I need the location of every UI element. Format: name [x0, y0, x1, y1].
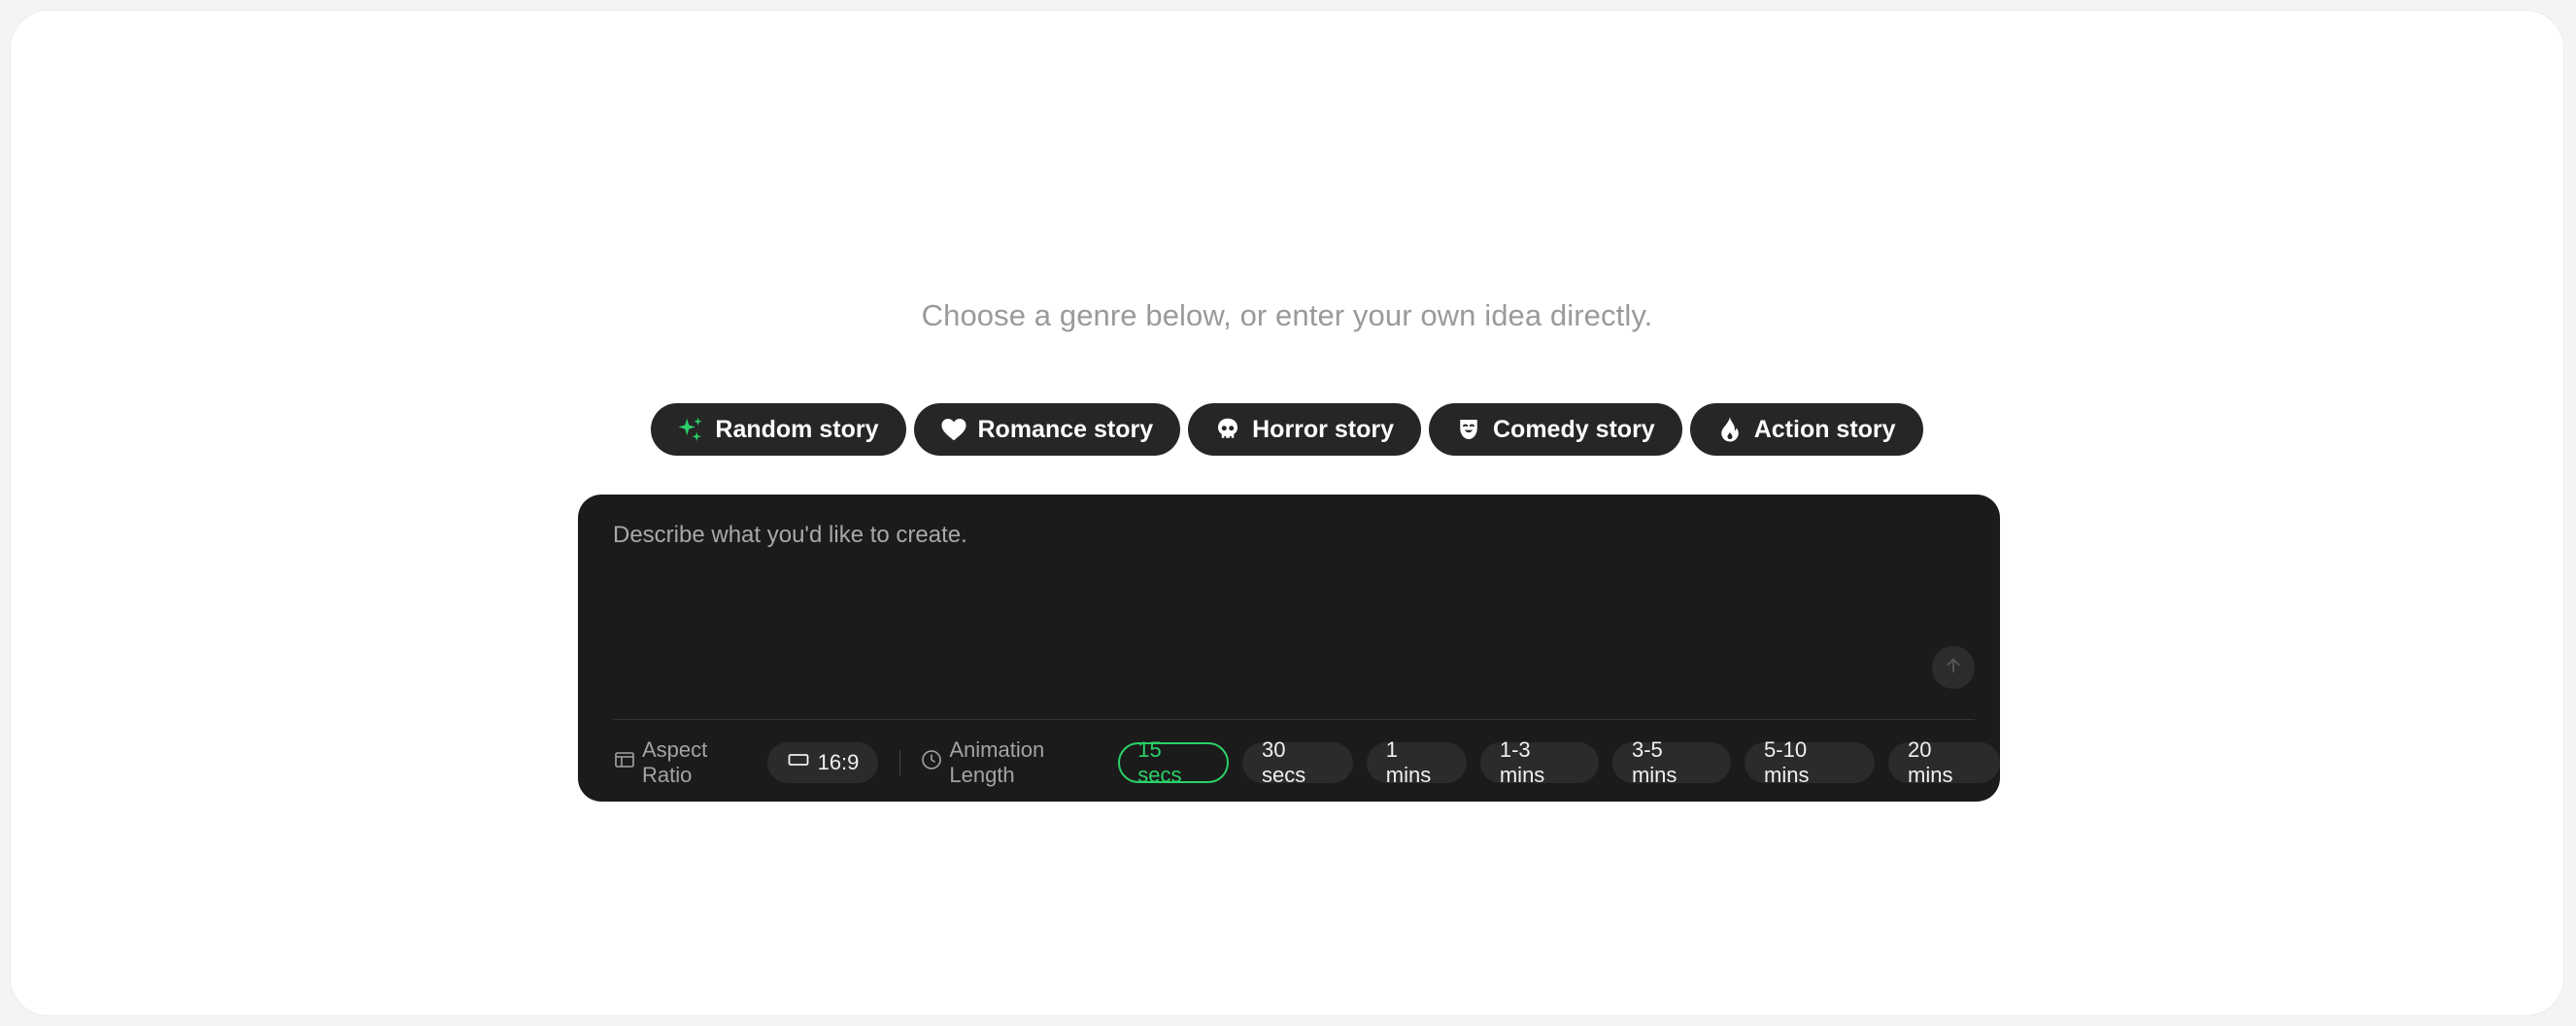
aspect-ratio-value: 16:9	[817, 750, 860, 774]
aspect-ratio-selector[interactable]: 16:9	[766, 742, 879, 783]
length-option-1-mins[interactable]: 1 mins	[1366, 737, 1467, 787]
aspect-ratio-label: Aspect Ratio	[613, 737, 760, 788]
horror-story-button[interactable]: Horror story	[1188, 403, 1421, 456]
layout-icon	[613, 748, 636, 777]
romance-story-button[interactable]: Romance story	[913, 403, 1181, 456]
options-separator	[899, 750, 901, 775]
app-frame: Choose a genre below, or enter your own …	[10, 10, 2564, 1016]
length-option-15-secs[interactable]: 15 secs	[1118, 737, 1229, 787]
random-story-label: Random story	[715, 415, 879, 443]
animation-length-text: Animation Length	[949, 737, 1045, 787]
length-option-3-5-mins[interactable]: 3-5 mins	[1611, 737, 1732, 787]
aspect-ratio-text: Aspect Ratio	[642, 737, 708, 787]
skull-icon	[1213, 415, 1242, 444]
flame-icon	[1715, 415, 1745, 444]
length-option-1-3-mins[interactable]: 1-3 mins	[1479, 737, 1599, 787]
romance-story-label: Romance story	[977, 415, 1154, 443]
mask-icon	[1454, 415, 1483, 444]
clock-icon	[920, 748, 943, 777]
rectangle-icon	[787, 748, 810, 777]
random-story-button[interactable]: Random story	[651, 403, 906, 456]
length-option-30-secs[interactable]: 30 secs	[1242, 737, 1353, 787]
composer-options: Aspect Ratio 16:9 Animation Length 15 se…	[613, 737, 2001, 787]
prompt-composer: Aspect Ratio 16:9 Animation	[578, 495, 2001, 802]
send-button[interactable]	[1932, 646, 1975, 689]
sparkles-icon	[676, 415, 705, 444]
length-option-5-10-mins[interactable]: 5-10 mins	[1745, 737, 1876, 787]
comedy-story-label: Comedy story	[1493, 415, 1655, 443]
comedy-story-button[interactable]: Comedy story	[1429, 403, 1682, 456]
animation-length-label: Animation Length	[920, 737, 1110, 788]
page-headline: Choose a genre below, or enter your own …	[921, 298, 1653, 332]
composer-divider	[613, 719, 1975, 720]
arrow-up-icon	[1943, 655, 1964, 681]
prompt-input[interactable]	[613, 522, 1876, 549]
heart-icon	[939, 415, 968, 444]
action-story-label: Action story	[1753, 415, 1896, 443]
action-story-button[interactable]: Action story	[1689, 403, 1923, 456]
length-option-20-mins[interactable]: 20 mins	[1888, 737, 2001, 787]
horror-story-label: Horror story	[1252, 415, 1394, 443]
genre-list: Random story Romance story Horror story	[11, 403, 2563, 456]
